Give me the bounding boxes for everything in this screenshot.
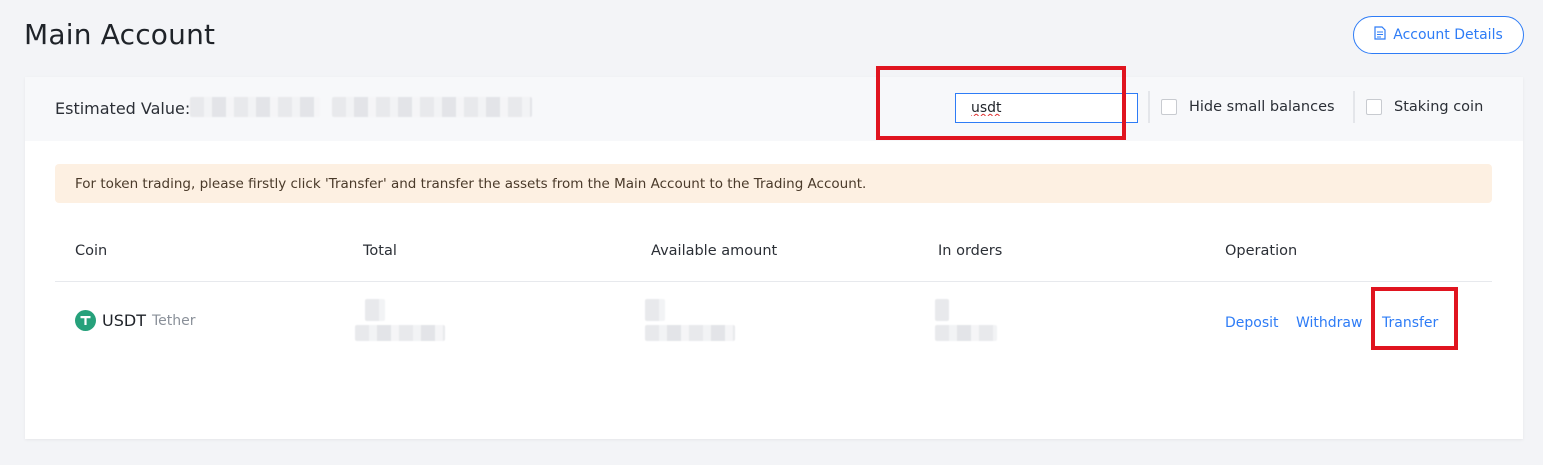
withdraw-link[interactable]: Withdraw — [1296, 315, 1362, 331]
coin-search-input[interactable] — [955, 93, 1138, 123]
transfer-notice: For token trading, please firstly click … — [55, 164, 1492, 203]
estimated-value-redacted-secondary — [332, 97, 532, 117]
header-divider-1 — [1148, 91, 1150, 123]
available-redacted-line2 — [645, 325, 735, 341]
column-header-in-orders: In orders — [938, 243, 1003, 259]
in-orders-redacted — [935, 299, 949, 321]
hide-small-balances-box[interactable] — [1161, 99, 1177, 115]
table-header-divider — [55, 281, 1492, 282]
main-account-card: Estimated Value: Hide small balances Sta… — [25, 77, 1523, 439]
column-header-available: Available amount — [651, 243, 778, 259]
header-divider-2 — [1353, 91, 1355, 123]
staking-coin-box[interactable] — [1366, 99, 1382, 115]
hide-small-balances-label: Hide small balances — [1189, 99, 1335, 115]
column-header-operation: Operation — [1225, 243, 1298, 259]
account-details-button[interactable]: Account Details — [1353, 16, 1524, 54]
hide-small-balances-checkbox[interactable]: Hide small balances — [1161, 99, 1335, 115]
staking-coin-checkbox[interactable]: Staking coin — [1366, 99, 1483, 115]
total-redacted-line2 — [355, 325, 445, 341]
tether-icon — [75, 310, 96, 331]
total-redacted — [365, 299, 385, 321]
page-title: Main Account — [24, 18, 216, 51]
transfer-link[interactable]: Transfer — [1382, 315, 1438, 331]
column-header-total: Total — [363, 243, 397, 259]
coin-name: Tether — [151, 312, 196, 329]
card-header: Estimated Value: Hide small balances Sta… — [25, 77, 1523, 141]
column-header-coin: Coin — [75, 243, 108, 259]
document-icon — [1374, 26, 1386, 44]
estimated-value-label: Estimated Value: — [55, 99, 191, 118]
staking-coin-label: Staking coin — [1394, 99, 1484, 115]
coin-symbol: USDT — [102, 311, 146, 330]
available-redacted — [645, 299, 665, 321]
table-row-usdt-coin: USDT Tether — [75, 310, 196, 331]
estimated-value-redacted — [190, 97, 320, 117]
account-details-label: Account Details — [1393, 27, 1503, 43]
deposit-link[interactable]: Deposit — [1225, 315, 1279, 331]
in-orders-redacted-line2 — [935, 325, 997, 341]
